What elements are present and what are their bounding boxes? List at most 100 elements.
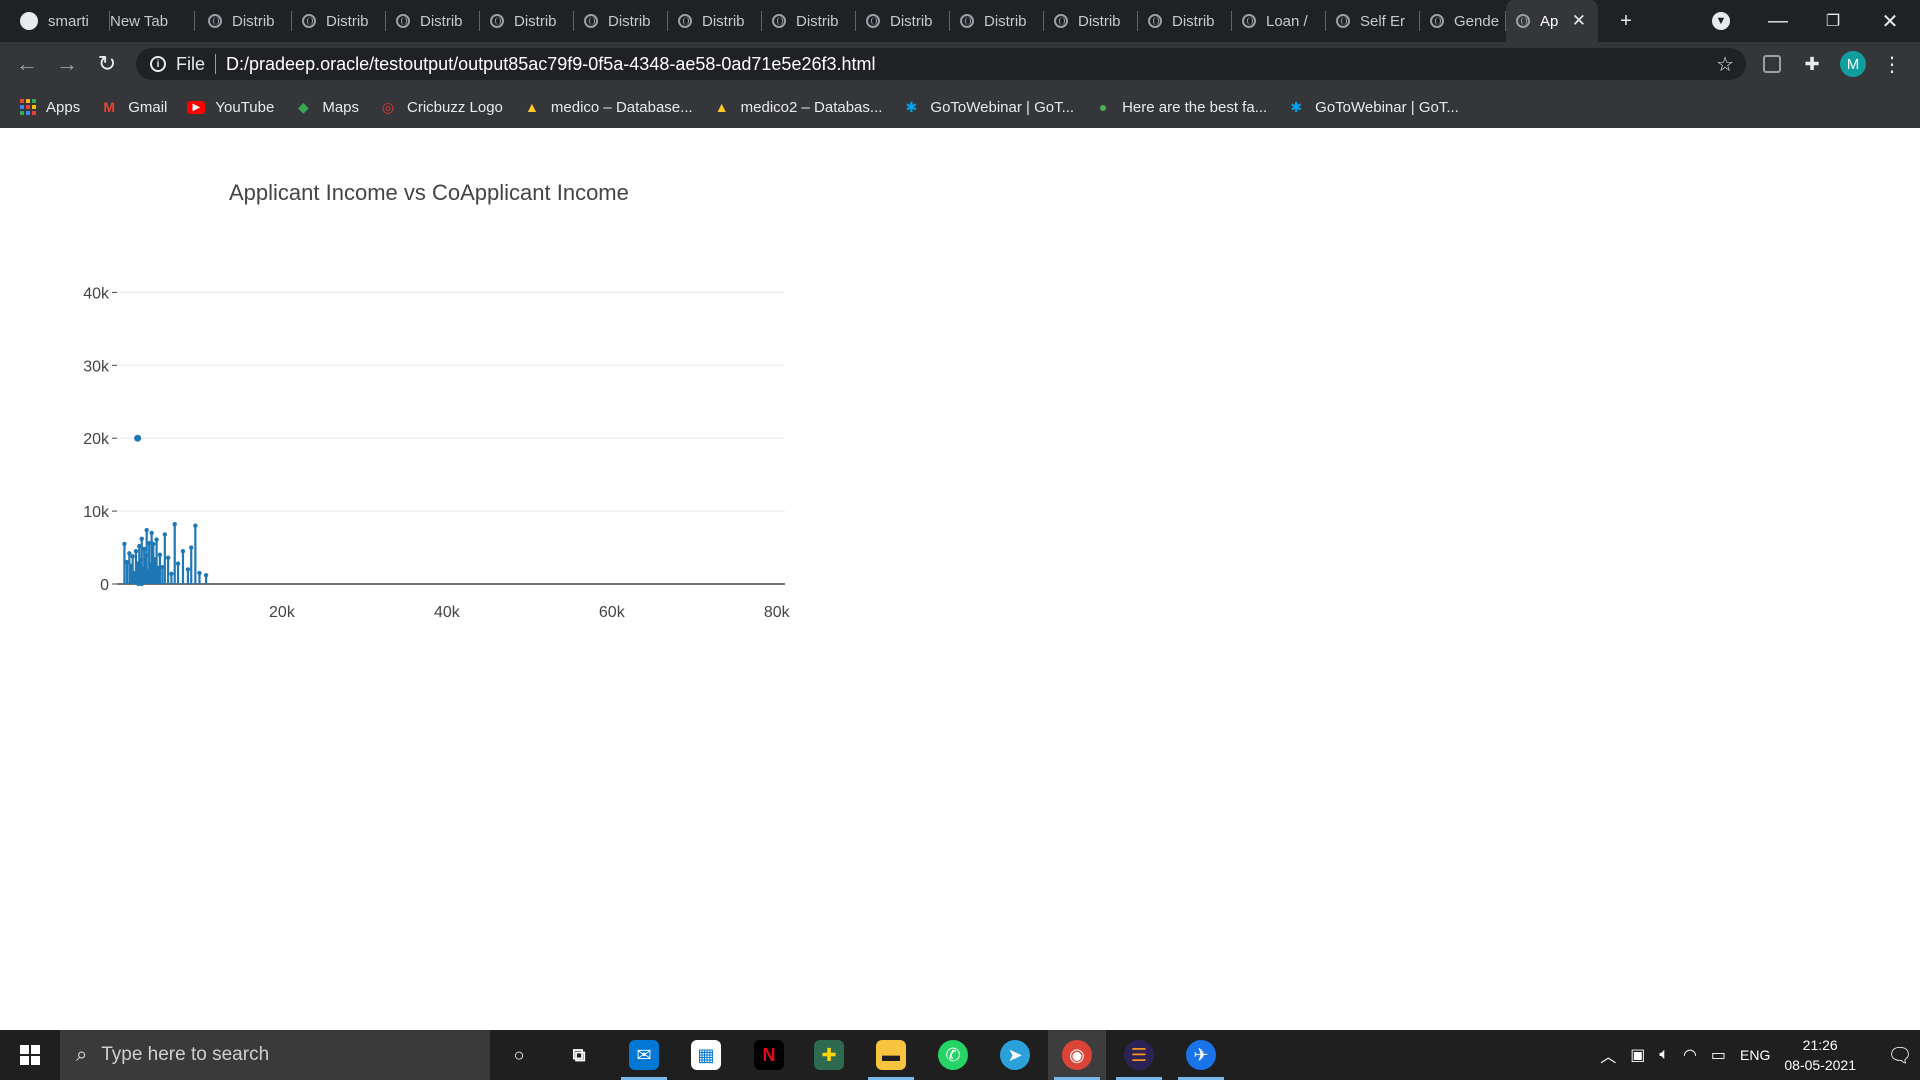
data-point-marker	[144, 527, 149, 533]
tab-9[interactable]: Distrib	[856, 0, 950, 42]
taskbar-search[interactable]: ⌕ Type here to search	[60, 1030, 490, 1080]
tab-16[interactable]: Ap ✕	[1506, 0, 1598, 42]
bookmark-star-icon[interactable]: ☆	[1716, 52, 1734, 77]
taskbar-app-file-explorer[interactable]: ▬	[862, 1030, 920, 1080]
data-point-marker	[175, 561, 181, 566]
extension-button[interactable]	[1760, 52, 1784, 76]
bookmark-item[interactable]: ◆ Maps	[294, 98, 359, 116]
tab-14[interactable]: Self Er	[1326, 0, 1420, 42]
taskbar-app-store[interactable]: ▦	[677, 1030, 735, 1080]
battery-icon[interactable]: ▭	[1711, 1045, 1726, 1065]
file-explorer-icon: ▬	[876, 1040, 906, 1070]
taskbar-app-app[interactable]: ✈	[1172, 1030, 1230, 1080]
tab-0[interactable]: smarti	[10, 0, 110, 42]
taskbar-app-app[interactable]: ✚	[800, 1030, 858, 1080]
puzzle-icon: ✚	[1804, 53, 1820, 74]
notification-icon: 🗨︎	[1887, 1044, 1913, 1067]
mail-icon: ✉	[629, 1040, 659, 1070]
bookmark-item[interactable]: ◎ Cricbuzz Logo	[379, 98, 503, 116]
restore-button[interactable]: ❐	[1815, 0, 1851, 42]
bookmark-item[interactable]: ✱ GoToWebinar | GoT...	[1287, 98, 1459, 116]
bookmark-item[interactable]: ▶ YouTube	[187, 99, 274, 116]
notification-button[interactable]: 🗨︎	[1880, 1030, 1920, 1080]
windows-taskbar: ⌕ Type here to search ○ ⧉ ✉ ▦ N ✚ ▬ ✆ ➤ ◉ ☰ ✈ ︿ ▣ 🔈…	[0, 1030, 1920, 1080]
taskbar-app-eclipse[interactable]: ☰	[1110, 1030, 1168, 1080]
taskbar-app-telegram[interactable]: ➤	[986, 1030, 1044, 1080]
tab-5[interactable]: Distrib	[480, 0, 574, 42]
profile-avatar[interactable]: M	[1840, 51, 1866, 77]
wifi-icon[interactable]: ◠	[1683, 1045, 1697, 1065]
data-point-marker	[139, 581, 144, 587]
back-button[interactable]: ←	[11, 48, 43, 80]
bookmark-item[interactable]: Apps	[20, 99, 80, 116]
url-text[interactable]: D:/pradeep.oracle/testoutput/output85ac7…	[226, 54, 875, 75]
data-point-marker	[189, 545, 194, 550]
bookmark-label: Here are the best fa...	[1122, 98, 1268, 116]
globe-icon	[960, 14, 974, 28]
language-indicator[interactable]: ENG	[1740, 1047, 1770, 1063]
speaker-icon[interactable]: 🔈︎	[1659, 1046, 1669, 1064]
bookmark-item[interactable]: ✱ GoToWebinar | GoT...	[902, 98, 1075, 116]
chevron-up-icon[interactable]: ︿	[1600, 1043, 1616, 1067]
close-window-button[interactable]: ✕	[1870, 0, 1910, 42]
info-icon[interactable]: i	[150, 56, 166, 72]
app-icon: ✈	[1186, 1040, 1216, 1070]
tab-3[interactable]: Distrib	[292, 0, 386, 42]
clock-date: 08-05-2021	[1784, 1057, 1856, 1073]
taskbar-app-chrome[interactable]: ◉	[1048, 1030, 1106, 1080]
tab-search-button[interactable]: ▼	[1706, 0, 1736, 42]
clock[interactable]: 21:26 08-05-2021	[1784, 1035, 1856, 1075]
gotowebinar-icon: ✱	[905, 98, 918, 115]
close-tab-icon[interactable]: ✕	[1572, 11, 1586, 31]
tab-10[interactable]: Distrib	[950, 0, 1044, 42]
site-icon: ●	[1098, 99, 1108, 115]
y-tick-label: 20k	[83, 431, 110, 448]
close-icon: ✕	[1881, 10, 1899, 33]
extensions-menu-button[interactable]: ✚	[1800, 52, 1824, 76]
taskbar-app-task-view[interactable]: ⧉	[550, 1030, 608, 1080]
kebab-menu-icon: ⋮	[1882, 53, 1902, 76]
tab-4[interactable]: Distrib	[386, 0, 480, 42]
tab-6[interactable]: Distrib	[574, 0, 668, 42]
data-point-marker	[162, 532, 168, 537]
browser-menu-button[interactable]: ⋮	[1880, 52, 1904, 76]
bookmark-item[interactable]: M Gmail	[100, 98, 167, 116]
gmail-icon: M	[103, 99, 116, 115]
bookmark-label: medico2 – Databas...	[740, 98, 883, 116]
new-tab-button[interactable]: +	[1611, 0, 1641, 42]
tab-1[interactable]: New Tab	[100, 0, 195, 42]
store-icon: ▦	[691, 1040, 721, 1070]
tab-7[interactable]: Distrib	[668, 0, 762, 42]
tab-13[interactable]: Loan /	[1232, 0, 1326, 42]
taskbar-app-netflix[interactable]: N	[740, 1030, 798, 1080]
data-point-marker	[169, 571, 174, 576]
address-bar[interactable]: i File D:/pradeep.oracle/testoutput/outp…	[136, 48, 1746, 80]
data-point-marker	[154, 537, 159, 542]
bookmark-label: Apps	[46, 98, 81, 116]
bookmark-item[interactable]: ● Here are the best fa...	[1094, 98, 1267, 116]
browser-toolbar: ← → ↻ i File D:/pradeep.oracle/testoutpu…	[0, 42, 1920, 86]
scheme-label: File	[176, 53, 206, 74]
search-icon: ⌕	[76, 1043, 88, 1066]
reload-button[interactable]: ↻	[91, 48, 123, 80]
gotowebinar-icon: ✱	[1290, 98, 1303, 115]
data-point-marker	[133, 548, 139, 554]
firebase-icon: ▲	[524, 99, 539, 115]
forward-button[interactable]: →	[51, 48, 83, 80]
tab-8[interactable]: Distrib	[762, 0, 856, 42]
windows-logo-icon	[20, 1045, 40, 1065]
tab-15[interactable]: Gende	[1420, 0, 1506, 42]
taskbar-app-whatsapp[interactable]: ✆	[924, 1030, 982, 1080]
taskbar-app-mail[interactable]: ✉	[615, 1030, 673, 1080]
data-point-marker	[130, 554, 135, 559]
taskbar-app-cortana[interactable]: ○	[490, 1030, 548, 1080]
globe-icon	[584, 14, 598, 28]
start-button[interactable]	[0, 1030, 60, 1080]
tab-12[interactable]: Distrib	[1138, 0, 1232, 42]
minimize-button[interactable]: —	[1760, 0, 1796, 42]
device-icon[interactable]: ▣	[1630, 1045, 1645, 1065]
tab-2[interactable]: Distrib	[198, 0, 292, 42]
bookmark-item[interactable]: ▲ medico – Database...	[523, 98, 693, 116]
tab-11[interactable]: Distrib	[1044, 0, 1138, 42]
bookmark-item[interactable]: ▲ medico2 – Databas...	[713, 98, 883, 116]
